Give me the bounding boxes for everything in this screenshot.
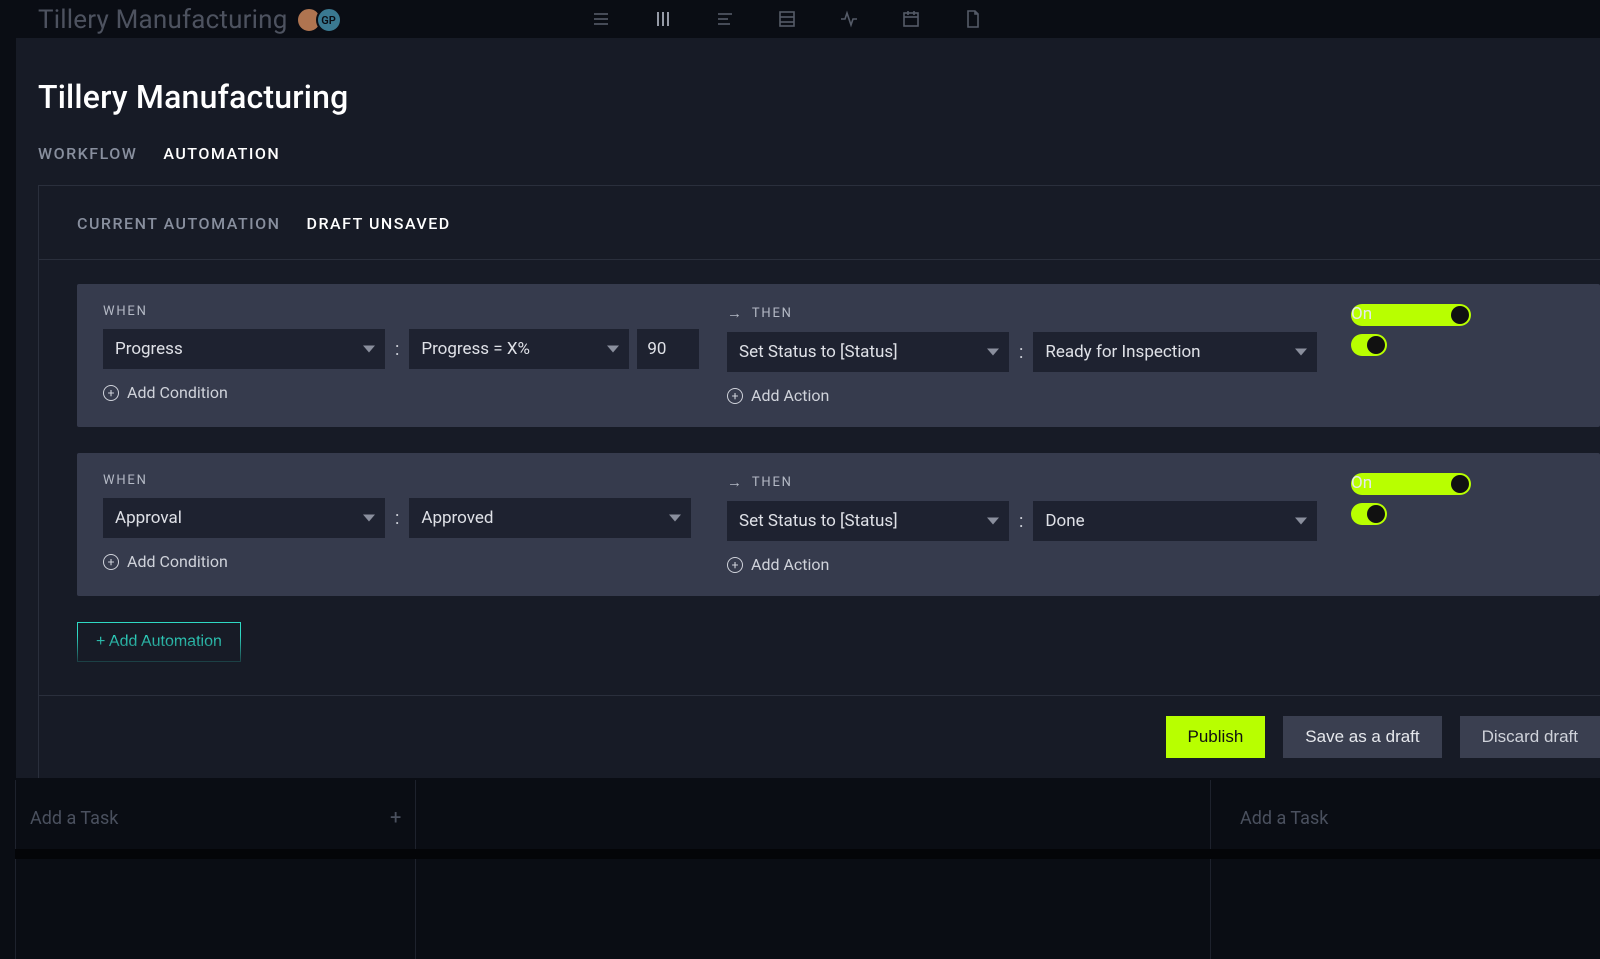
then-value: Ready for Inspection <box>1045 342 1200 362</box>
column-separator <box>15 780 16 959</box>
then-label: → THEN <box>727 304 1327 322</box>
chevron-down-icon <box>363 346 375 353</box>
then-action-select[interactable]: Set Status to [Status] <box>727 501 1009 541</box>
tab-workflow[interactable]: WORKFLOW <box>38 144 137 163</box>
rule-enable-toggle[interactable] <box>1351 503 1387 525</box>
add-automation-button[interactable]: + Add Automation <box>77 622 241 662</box>
then-column: → THEN Set Status to [Status] : Done <box>727 473 1327 574</box>
column-separator <box>1210 780 1211 959</box>
chevron-down-icon <box>363 515 375 522</box>
subtab-current-automation[interactable]: CURRENT AUTOMATION <box>77 214 281 233</box>
chevron-down-icon <box>607 346 619 353</box>
bg-project-title: Tillery Manufacturing <box>38 5 288 35</box>
toggle-column: On <box>1351 473 1471 495</box>
then-action-value: Set Status to [Status] <box>739 511 898 531</box>
separator-colon: : <box>393 339 401 360</box>
then-column: → THEN Set Status to [Status] : Ready fo… <box>727 304 1327 405</box>
then-value-select[interactable]: Ready for Inspection <box>1033 332 1317 372</box>
plus-circle-icon: + <box>103 554 119 570</box>
chevron-down-icon <box>1295 349 1307 356</box>
when-op-value: Progress = X% <box>421 339 530 359</box>
chevron-down-icon <box>669 515 681 522</box>
bg-add-task-left: Add a Task <box>30 808 118 829</box>
when-op-value: Approved <box>421 508 493 528</box>
when-value: 90 <box>647 339 666 359</box>
rules-area: WHEN Progress : Progress = X% 90 <box>39 260 1600 695</box>
save-draft-button[interactable]: Save as a draft <box>1283 716 1441 758</box>
add-condition-button[interactable]: + Add Condition <box>103 552 703 571</box>
table-icon <box>776 8 798 30</box>
list-icon <box>590 8 612 30</box>
then-label: → THEN <box>727 473 1327 491</box>
column-separator <box>415 780 416 959</box>
when-column: WHEN Progress : Progress = X% 90 <box>103 304 703 405</box>
when-field-value: Approval <box>115 508 182 528</box>
avatar-stack: GP <box>302 7 342 33</box>
add-action-button[interactable]: + Add Action <box>727 555 1327 574</box>
arrow-right-icon: → <box>727 304 744 322</box>
add-condition-label: Add Condition <box>127 383 228 402</box>
plus-circle-icon: + <box>103 385 119 401</box>
panel-footer: Publish Save as a draft Discard draft <box>39 695 1600 778</box>
automation-rule: WHEN Progress : Progress = X% 90 <box>77 284 1600 427</box>
add-condition-button[interactable]: + Add Condition <box>103 383 703 402</box>
main-tabs: WORKFLOW AUTOMATION <box>38 144 1600 163</box>
toggle-column: On <box>1351 304 1471 326</box>
bg-plus-icon: + <box>390 805 401 829</box>
add-action-label: Add Action <box>751 386 829 405</box>
publish-button[interactable]: Publish <box>1166 716 1266 758</box>
when-value-input[interactable]: 90 <box>637 329 699 369</box>
when-column: WHEN Approval : Approved + <box>103 473 703 574</box>
add-action-label: Add Action <box>751 555 829 574</box>
when-op-select[interactable]: Approved <box>409 498 691 538</box>
separator-colon: : <box>1017 342 1025 363</box>
calendar-icon <box>900 8 922 30</box>
separator-colon: : <box>1017 511 1025 532</box>
automation-rule: WHEN Approval : Approved + <box>77 453 1600 596</box>
toggle-label: On <box>1351 473 1372 493</box>
subtab-draft-unsaved[interactable]: DRAFT UNSAVED <box>307 214 451 233</box>
tab-automation[interactable]: AUTOMATION <box>163 144 280 163</box>
rule-enable-toggle[interactable] <box>1351 334 1387 356</box>
when-label: WHEN <box>103 304 703 319</box>
activity-icon <box>838 8 860 30</box>
then-value-select[interactable]: Done <box>1033 501 1317 541</box>
fade-overlay <box>39 635 1600 695</box>
plus-circle-icon: + <box>727 388 743 404</box>
when-label: WHEN <box>103 473 703 488</box>
add-condition-label: Add Condition <box>127 552 228 571</box>
avatar-2: GP <box>316 7 342 33</box>
then-label-text: THEN <box>752 475 793 490</box>
chevron-down-icon <box>1295 518 1307 525</box>
then-action-select[interactable]: Set Status to [Status] <box>727 332 1009 372</box>
then-action-value: Set Status to [Status] <box>739 342 898 362</box>
panel-title: Tillery Manufacturing <box>38 78 1600 116</box>
toggle-label: On <box>1351 304 1372 324</box>
align-icon <box>714 8 736 30</box>
chevron-down-icon <box>987 518 999 525</box>
content-box: CURRENT AUTOMATION DRAFT UNSAVED WHEN Pr… <box>38 185 1600 778</box>
when-field-select[interactable]: Progress <box>103 329 385 369</box>
when-field-select[interactable]: Approval <box>103 498 385 538</box>
bg-add-task-right: Add a Task <box>1240 808 1328 829</box>
file-icon <box>962 8 984 30</box>
then-label-text: THEN <box>752 306 793 321</box>
automation-panel: Tillery Manufacturing WORKFLOW AUTOMATIO… <box>16 38 1600 778</box>
plus-circle-icon: + <box>727 557 743 573</box>
arrow-right-icon: → <box>727 473 744 491</box>
add-action-button[interactable]: + Add Action <box>727 386 1327 405</box>
settings-bars-icon <box>652 8 674 30</box>
chevron-down-icon <box>987 349 999 356</box>
bg-toolbar <box>590 8 984 30</box>
bg-horizontal-bar <box>15 849 1600 859</box>
then-value: Done <box>1045 511 1084 531</box>
discard-draft-button[interactable]: Discard draft <box>1460 716 1600 758</box>
sub-tabs: CURRENT AUTOMATION DRAFT UNSAVED <box>39 186 1600 260</box>
when-op-select[interactable]: Progress = X% <box>409 329 629 369</box>
when-field-value: Progress <box>115 339 183 359</box>
separator-colon: : <box>393 508 401 529</box>
